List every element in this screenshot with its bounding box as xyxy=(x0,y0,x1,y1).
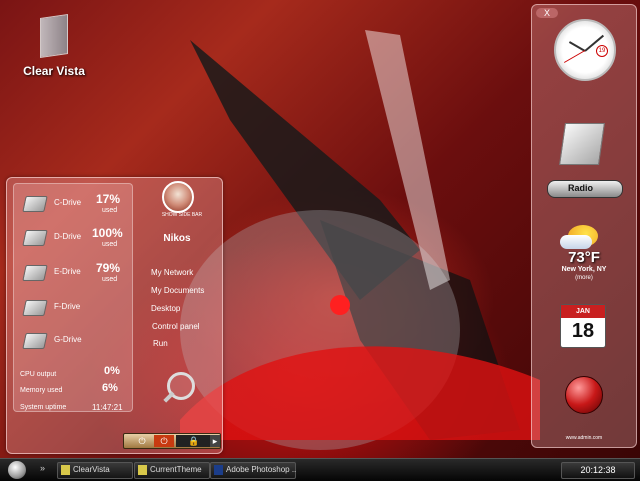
drive-name: D-Drive xyxy=(54,232,82,241)
drive-used-label: used xyxy=(102,241,118,248)
hard-drive-icon xyxy=(22,196,48,212)
hard-drive-icon xyxy=(22,230,48,246)
hard-drive-icon xyxy=(22,300,48,316)
taskbar: » ClearVista CurrentTheme Adobe Photosho… xyxy=(0,458,640,481)
calendar-month: JAN xyxy=(561,305,605,318)
drive-used-label: used xyxy=(102,207,118,214)
calendar-gadget[interactable]: JAN 18 xyxy=(560,304,606,348)
desktop-wallpaper: Clear Vista C-Drive 17% used D-Drive 100… xyxy=(0,0,640,458)
drive-percent: 79% xyxy=(96,261,121,275)
drive-item-c[interactable]: C-Drive 17% used xyxy=(14,192,132,222)
drive-name: C-Drive xyxy=(54,198,82,207)
calendar-day: 18 xyxy=(571,320,595,342)
drive-item-f[interactable]: F-Drive xyxy=(14,296,132,326)
radio-gadget[interactable]: Radio xyxy=(547,180,623,198)
weather-more-link[interactable]: (more) xyxy=(532,275,636,281)
username: Nikos xyxy=(163,233,191,244)
radio-label: Radio xyxy=(568,183,594,193)
taskbar-item-clearvista[interactable]: ClearVista xyxy=(57,462,133,479)
cpu-label: CPU output xyxy=(20,371,57,378)
menu-item-run[interactable]: Run xyxy=(153,339,168,348)
power-bar: ⏻ ⏻ 🔒 ▸ xyxy=(123,433,221,449)
taskbar-item-photoshop[interactable]: Adobe Photoshop ... xyxy=(210,462,296,479)
notepad-gadget[interactable] xyxy=(559,123,605,165)
sidebar-footer-url[interactable]: www.admin.com xyxy=(532,435,636,441)
folder-icon xyxy=(61,465,70,475)
system-panel: C-Drive 17% used D-Drive 100% used E-Dri… xyxy=(6,177,223,454)
drive-item-d[interactable]: D-Drive 100% used xyxy=(14,226,132,256)
drives-list: C-Drive 17% used D-Drive 100% used E-Dri… xyxy=(13,183,133,412)
menu-item-control-panel[interactable]: Control panel xyxy=(152,322,200,331)
drive-used-label: used xyxy=(102,276,118,283)
photoshop-icon xyxy=(214,465,223,475)
uptime-value: 11:47:21 xyxy=(92,403,123,412)
drive-percent: 100% xyxy=(92,226,123,240)
folder-icon xyxy=(138,465,147,475)
drive-percent: 17% xyxy=(96,192,121,206)
memory-label: Memory used xyxy=(20,387,63,394)
taskbar-item-label: Adobe Photoshop ... xyxy=(226,465,296,474)
clock-date: 19 xyxy=(596,45,608,57)
uptime-label: System uptime xyxy=(20,404,67,411)
taskbar-item-label: ClearVista xyxy=(73,465,110,474)
cpu-value: 0% xyxy=(104,365,120,377)
globe-icon[interactable] xyxy=(565,376,603,414)
clock-gadget[interactable]: 19 xyxy=(554,19,616,81)
drive-name: E-Drive xyxy=(54,267,81,276)
taskbar-item-currenttheme[interactable]: CurrentTheme xyxy=(134,462,210,479)
gadget-sidebar: X 19 Radio 73°F New York, NY (more) JAN … xyxy=(531,4,637,448)
drive-name: F-Drive xyxy=(54,302,81,311)
drive-item-e[interactable]: E-Drive 79% used xyxy=(14,261,132,291)
hard-drive-icon xyxy=(22,265,48,281)
user-avatar[interactable] xyxy=(162,181,194,213)
quick-launch-chevron[interactable]: » xyxy=(40,463,45,473)
shutdown-button[interactable]: ⏻ xyxy=(132,435,152,447)
start-button[interactable] xyxy=(8,461,26,479)
tray-clock[interactable]: 20:12:38 xyxy=(561,462,635,479)
hard-drive-icon xyxy=(22,333,48,349)
weather-cloud-icon xyxy=(560,235,592,249)
folder-icon xyxy=(40,14,68,58)
clock-second-hand xyxy=(563,50,586,63)
drive-item-g[interactable]: G-Drive xyxy=(14,329,132,359)
desktop-icon-label: Clear Vista xyxy=(23,64,85,78)
restart-button[interactable]: ⏻ xyxy=(154,435,174,447)
menu-item-desktop[interactable]: Desktop xyxy=(151,304,180,313)
memory-value: 6% xyxy=(102,382,118,394)
show-sidebar-button[interactable]: SHOW SIDE BAR xyxy=(151,212,213,218)
drive-name: G-Drive xyxy=(54,335,82,344)
menu-item-my-documents[interactable]: My Documents xyxy=(151,286,204,295)
lock-button[interactable]: 🔒 xyxy=(176,435,212,447)
sidebar-close-button[interactable]: X xyxy=(536,8,558,18)
weather-temperature: 73°F xyxy=(568,249,600,266)
menu-item-my-network[interactable]: My Network xyxy=(151,268,193,277)
weather-location: New York, NY xyxy=(561,266,607,273)
arrow-right-icon[interactable]: ▸ xyxy=(210,435,220,447)
desktop-icon-clear-vista[interactable]: Clear Vista xyxy=(14,14,94,78)
